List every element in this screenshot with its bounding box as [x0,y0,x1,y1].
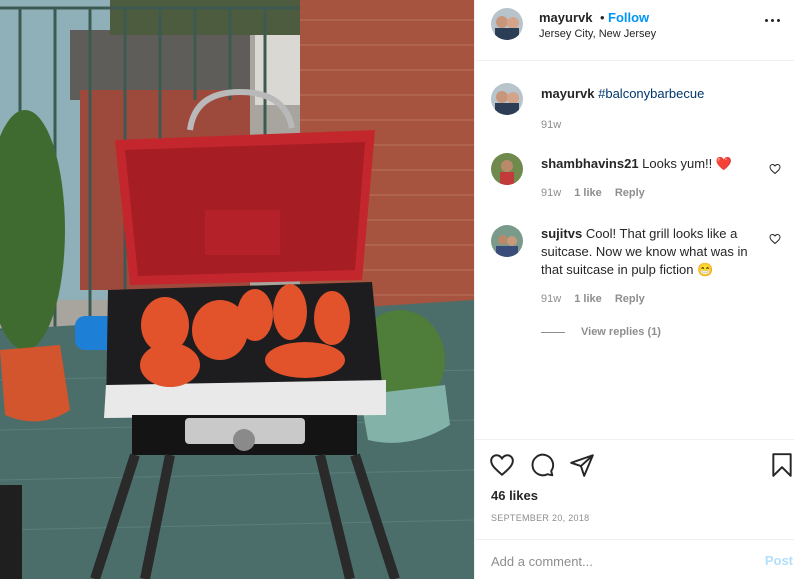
comment-likes[interactable]: 1 like [574,187,602,199]
comment-text: shambhavins21 Looks yum!! ❤️ [541,155,756,173]
comment-likes[interactable]: 1 like [574,293,602,305]
caption-hashtag[interactable]: #balconybarbecue [598,86,704,101]
comment-username[interactable]: sujitvs [541,226,582,241]
view-replies-button[interactable]: View replies (1) [541,326,661,338]
separator-dot: • [600,10,605,25]
comment-time[interactable]: 91w [541,293,561,305]
grin-emoji: 😁 [697,262,714,277]
commenter-avatar[interactable] [491,225,523,257]
like-comment-heart-icon[interactable] [769,233,781,245]
comment-username[interactable]: shambhavins21 [541,156,639,171]
more-options-icon[interactable] [763,11,781,29]
post-comment-button[interactable]: Post [765,553,793,568]
post-header: mayurvk • Follow Jersey City, New Jersey [475,0,794,61]
comment-icon[interactable] [529,452,555,478]
post-photo[interactable] [0,0,474,579]
commenter-avatar[interactable] [491,153,523,185]
comment-meta: 91w 1 like Reply [541,187,655,199]
reply-button[interactable]: Reply [615,293,645,305]
add-comment-bar: Post [475,539,794,579]
follow-button[interactable]: Follow [608,10,649,25]
heart-icon[interactable] [489,452,515,478]
bookmark-icon[interactable] [769,452,794,478]
share-icon[interactable] [569,452,595,478]
caption-text: mayurvk #balconybarbecue [541,85,756,103]
view-replies-label: View replies (1) [581,326,661,338]
author-avatar[interactable] [491,8,523,40]
post-date[interactable]: SEPTEMBER 20, 2018 [491,513,589,523]
comment-time[interactable]: 91w [541,187,561,199]
author-username[interactable]: mayurvk [539,10,592,25]
comment-body: Looks yum!! [642,156,713,171]
replies-divider-line [541,331,565,333]
comments-list[interactable]: mayurvk #balconybarbecue 91w shambhavins… [475,61,794,439]
post-panel: mayurvk • Follow Jersey City, New Jersey… [474,0,794,579]
caption-meta: 91w [541,119,571,131]
post-actions: 46 likes SEPTEMBER 20, 2018 [475,439,794,539]
comment-input[interactable] [491,550,741,572]
caption-username[interactable]: mayurvk [541,86,594,101]
heart-emoji: ❤️ [715,156,733,171]
comment-meta: 91w 1 like Reply [541,293,655,305]
likes-count[interactable]: 46 likes [491,488,538,503]
like-comment-heart-icon[interactable] [769,163,781,175]
caption-time[interactable]: 91w [541,119,561,131]
comment-text: sujitvs Cool! That grill looks like a su… [541,225,756,279]
caption-avatar[interactable] [491,83,523,115]
reply-button[interactable]: Reply [615,187,645,199]
post-location[interactable]: Jersey City, New Jersey [539,28,656,40]
balcony-grill-image [0,0,474,579]
